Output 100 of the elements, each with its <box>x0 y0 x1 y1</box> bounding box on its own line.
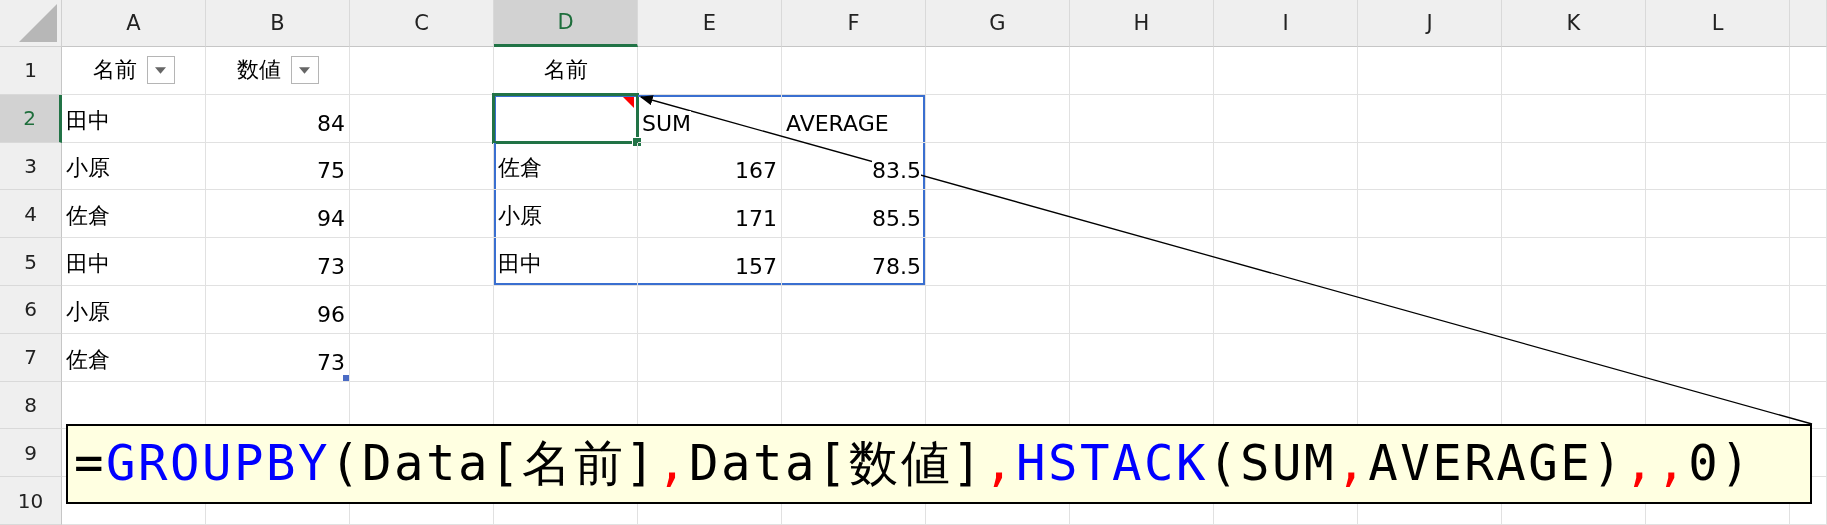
table-cell[interactable] <box>1502 238 1646 286</box>
table-cell[interactable] <box>1790 47 1827 95</box>
table-cell[interactable] <box>1790 286 1827 334</box>
table-cell[interactable] <box>1646 190 1790 239</box>
table-cell[interactable] <box>1070 286 1214 334</box>
table-cell[interactable] <box>1790 94 1827 143</box>
table-cell[interactable]: 佐倉 <box>62 333 206 382</box>
table-cell[interactable] <box>350 47 494 95</box>
table-cell[interactable]: 数値 <box>206 47 350 95</box>
table-cell[interactable] <box>1070 142 1214 191</box>
row-header[interactable]: 5 <box>0 238 62 286</box>
table-cell[interactable] <box>1214 94 1358 143</box>
row-header[interactable]: 3 <box>0 142 62 191</box>
table-cell[interactable] <box>1214 286 1358 334</box>
table-cell[interactable]: 小原 <box>62 142 206 191</box>
column-header[interactable]: L <box>1646 0 1790 47</box>
table-cell[interactable] <box>1646 94 1790 143</box>
table-cell[interactable]: 85.5 <box>782 190 926 239</box>
table-resize-handle[interactable] <box>343 374 349 381</box>
column-header[interactable]: G <box>926 0 1070 47</box>
column-header[interactable]: H <box>1070 0 1214 47</box>
table-cell[interactable]: 田中 <box>494 238 638 286</box>
table-cell[interactable]: 名前 <box>494 47 638 95</box>
table-cell[interactable] <box>926 47 1070 95</box>
table-cell[interactable] <box>638 47 782 95</box>
table-cell[interactable] <box>1358 190 1502 239</box>
table-cell[interactable]: 73 <box>206 238 350 286</box>
row-header[interactable]: 8 <box>0 381 62 430</box>
table-cell[interactable]: 75 <box>206 142 350 191</box>
table-cell[interactable] <box>350 286 494 334</box>
row-header[interactable]: 6 <box>0 286 62 334</box>
select-all-button[interactable] <box>0 0 62 47</box>
table-cell[interactable] <box>926 190 1070 239</box>
table-cell[interactable]: 田中 <box>62 94 206 143</box>
table-cell[interactable] <box>782 47 926 95</box>
fill-handle[interactable] <box>632 136 642 147</box>
table-cell[interactable]: 小原 <box>62 286 206 334</box>
table-cell[interactable]: 田中 <box>62 238 206 286</box>
table-cell[interactable] <box>1214 190 1358 239</box>
table-cell[interactable] <box>1502 47 1646 95</box>
column-header[interactable]: F <box>782 0 926 47</box>
table-cell[interactable]: 171 <box>638 190 782 239</box>
table-cell[interactable] <box>350 190 494 239</box>
table-cell[interactable]: 佐倉 <box>494 142 638 191</box>
table-cell[interactable] <box>350 238 494 286</box>
filter-dropdown-button[interactable] <box>146 56 175 85</box>
table-cell[interactable]: SUM <box>638 94 782 143</box>
table-cell[interactable] <box>782 286 926 334</box>
table-cell[interactable] <box>494 286 638 334</box>
table-cell[interactable] <box>494 333 638 382</box>
table-cell[interactable] <box>1790 190 1827 239</box>
column-header[interactable]: I <box>1214 0 1358 47</box>
table-cell[interactable] <box>926 333 1070 382</box>
table-cell[interactable]: 94 <box>206 190 350 239</box>
table-cell[interactable]: 佐倉 <box>62 190 206 239</box>
table-cell[interactable] <box>1214 47 1358 95</box>
table-cell[interactable] <box>782 333 926 382</box>
table-cell[interactable] <box>1214 333 1358 382</box>
row-header[interactable]: 1 <box>0 47 62 95</box>
table-cell[interactable] <box>1502 333 1646 382</box>
table-cell[interactable]: 小原 <box>494 190 638 239</box>
column-header[interactable]: D <box>494 0 638 47</box>
column-header[interactable]: A <box>62 0 206 47</box>
filter-dropdown-button[interactable] <box>290 56 319 85</box>
table-cell[interactable] <box>1646 286 1790 334</box>
table-cell[interactable] <box>1070 94 1214 143</box>
table-cell[interactable] <box>926 286 1070 334</box>
row-header[interactable]: 7 <box>0 333 62 382</box>
table-cell[interactable] <box>350 142 494 191</box>
table-cell[interactable] <box>350 333 494 382</box>
table-cell[interactable]: 73 <box>206 333 350 382</box>
table-cell[interactable] <box>638 286 782 334</box>
table-cell[interactable] <box>638 333 782 382</box>
table-cell[interactable] <box>1358 238 1502 286</box>
table-cell[interactable] <box>1070 238 1214 286</box>
table-cell[interactable] <box>1790 238 1827 286</box>
table-cell[interactable]: 84 <box>206 94 350 143</box>
table-cell[interactable]: 83.5 <box>782 142 926 191</box>
table-cell[interactable] <box>1646 333 1790 382</box>
row-header[interactable]: 10 <box>0 477 62 525</box>
table-cell[interactable] <box>1358 333 1502 382</box>
column-header[interactable]: K <box>1502 0 1646 47</box>
table-cell[interactable]: 78.5 <box>782 238 926 286</box>
column-header[interactable]: J <box>1358 0 1502 47</box>
row-header[interactable]: 4 <box>0 190 62 239</box>
table-cell[interactable] <box>1502 190 1646 239</box>
table-cell[interactable]: 96 <box>206 286 350 334</box>
table-cell[interactable] <box>1214 142 1358 191</box>
table-cell[interactable]: AVERAGE <box>782 94 926 143</box>
table-cell[interactable] <box>1502 286 1646 334</box>
column-header[interactable]: B <box>206 0 350 47</box>
table-cell[interactable] <box>926 94 1070 143</box>
table-cell[interactable] <box>1214 238 1358 286</box>
column-header[interactable]: E <box>638 0 782 47</box>
table-cell[interactable]: 157 <box>638 238 782 286</box>
table-cell[interactable] <box>1358 94 1502 143</box>
table-cell[interactable]: 名前 <box>62 47 206 95</box>
row-header[interactable]: 2 <box>0 94 62 143</box>
table-cell[interactable] <box>926 238 1070 286</box>
table-cell[interactable] <box>1502 142 1646 191</box>
